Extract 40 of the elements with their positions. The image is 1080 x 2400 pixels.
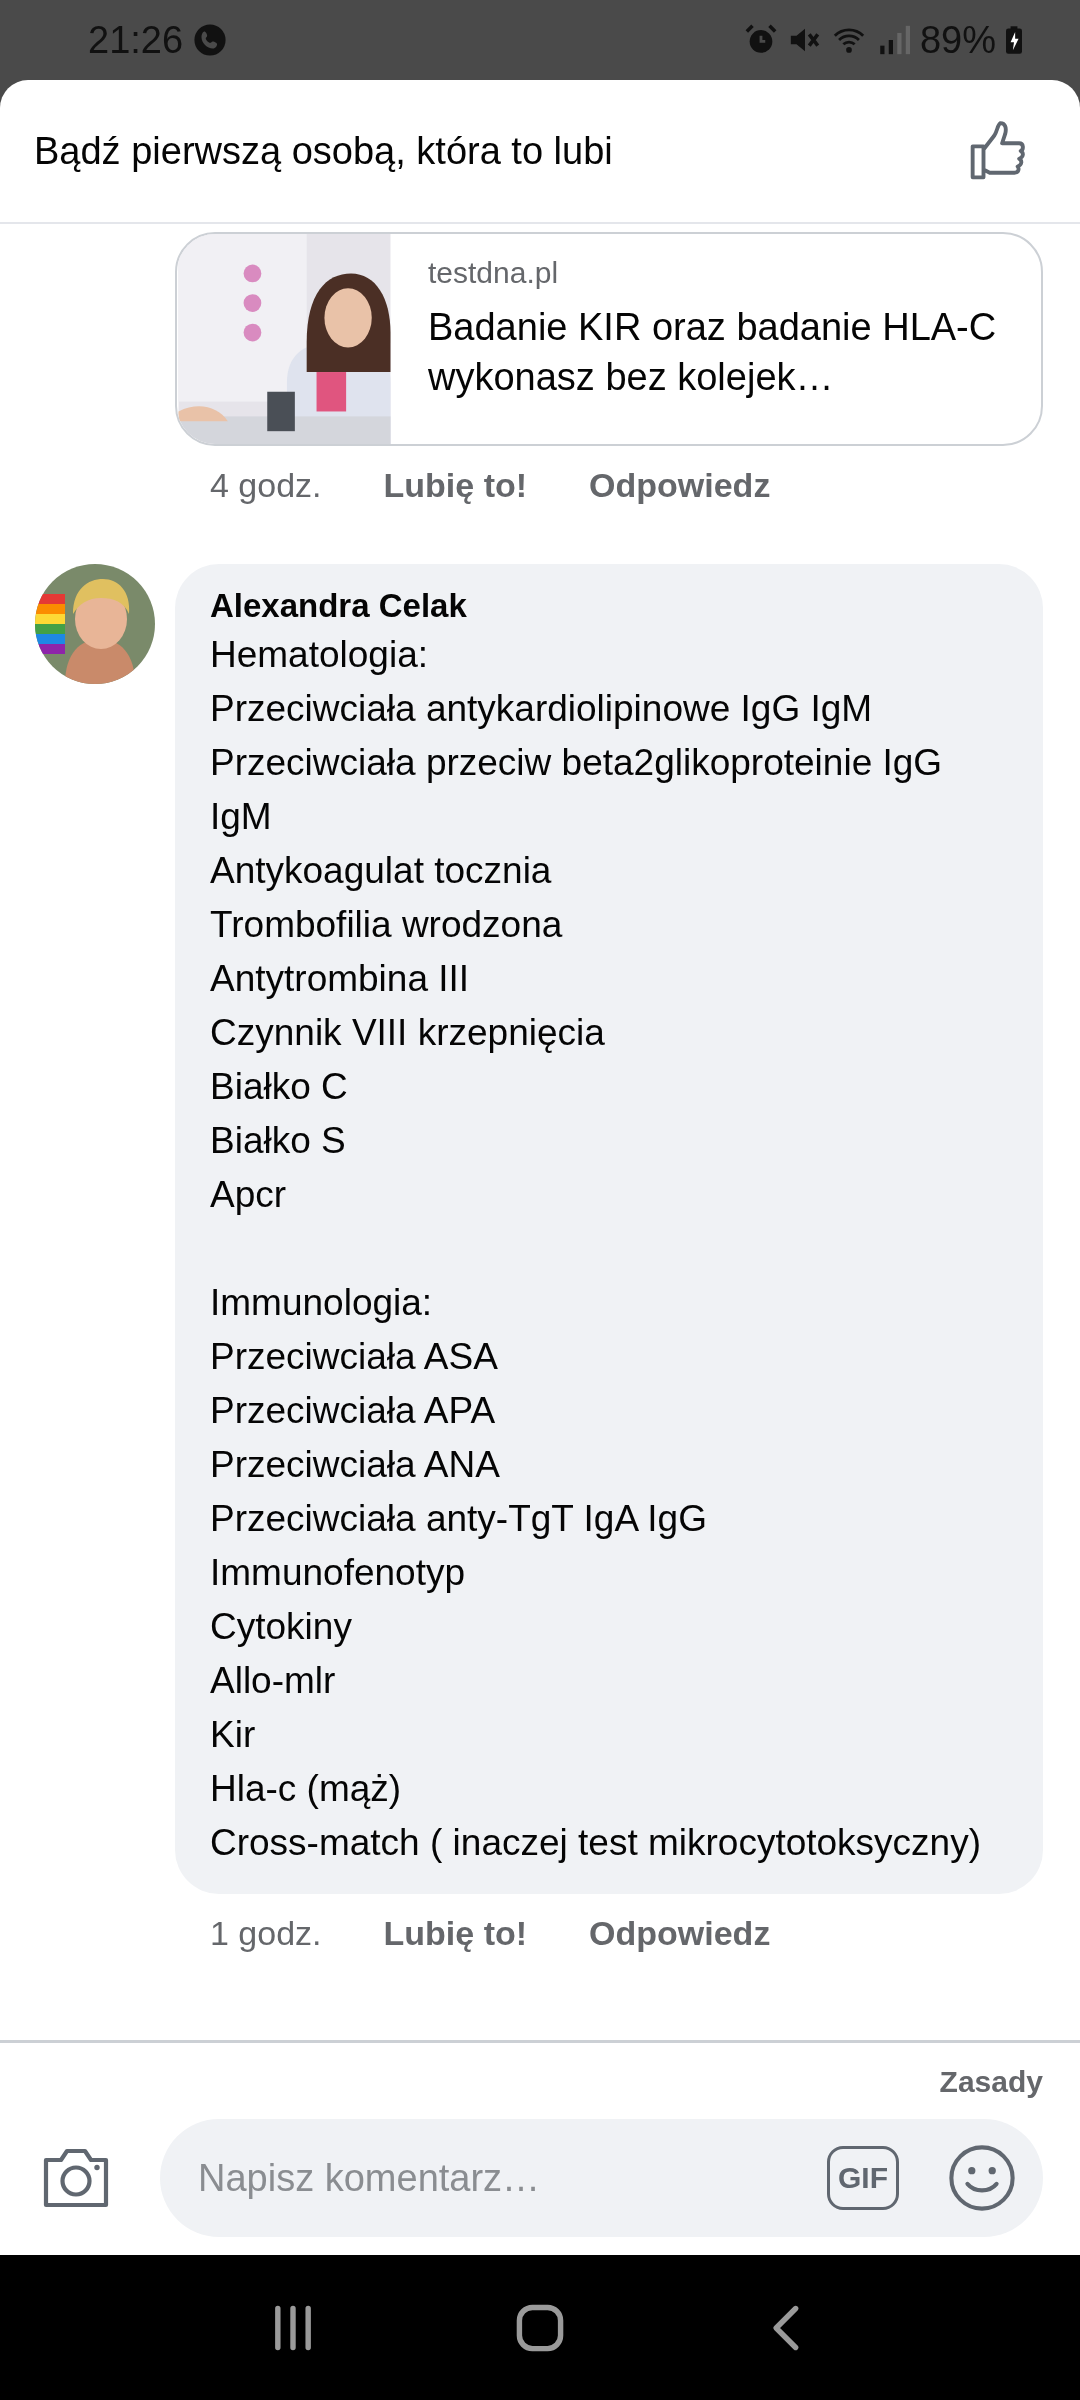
comment-line: Apcr xyxy=(210,1173,288,1217)
comment-line: Immunofenotyp xyxy=(210,1551,467,1595)
comment-line: Białko C xyxy=(210,1065,349,1109)
comment-line: Hematologia: xyxy=(210,633,429,677)
comment-line: Białko S xyxy=(210,1119,347,1163)
comment-line: Antytrombina III xyxy=(210,957,471,1001)
comment-line: Hla-c (mąż) xyxy=(210,1767,403,1811)
comment-line: Cross-match ( inaczej test mikrocytotoksyczny) xyxy=(210,1821,982,1865)
battery-icon xyxy=(1006,25,1022,55)
gif-button[interactable]: GIF xyxy=(827,2146,899,2210)
comment-line: Przeciwciała ASA xyxy=(210,1335,499,1379)
likes-prompt: Bądź pierwszą osobą, która to lubi xyxy=(34,129,613,173)
battery-percent: 89% xyxy=(919,18,996,62)
comment-line: Kir xyxy=(210,1713,257,1757)
link-preview-card[interactable]: testdna.pl Badanie KIR oraz badanie HLA-C wykonasz bez kolejek… xyxy=(175,232,1043,446)
comment-line: Antykoagulat tocznia xyxy=(210,849,553,893)
reply-link[interactable]: Odpowiedz xyxy=(589,466,771,526)
comment-line: Immunologia: xyxy=(210,1281,434,1325)
comment-line: Cytokiny xyxy=(210,1605,353,1649)
comment-line: Trombofilia wrodzona xyxy=(210,903,564,947)
reply-link[interactable]: Odpowiedz xyxy=(589,1914,771,1974)
author-name[interactable]: Alexandra Celak xyxy=(210,584,1009,628)
like-link[interactable]: Lubię to! xyxy=(383,466,528,526)
comment-field[interactable]: Napisz komentarz… GIF xyxy=(160,2119,1043,2237)
emoji-icon[interactable] xyxy=(947,2143,1017,2213)
comment-time: 4 godz. xyxy=(210,466,322,506)
comment-time: 1 godz. xyxy=(210,1914,322,1954)
comment-line: Przeciwciała ANA xyxy=(210,1443,501,1487)
like-link[interactable]: Lubię to! xyxy=(383,1914,528,1974)
comment-line: Przeciwciała przeciw beta2glikoproteinie IgG IgM xyxy=(210,741,944,839)
rules-link[interactable]: Zasady xyxy=(939,2065,1043,2099)
clock-time: 21:26 xyxy=(88,18,184,62)
link-title: Badanie KIR oraz badanie HLA-C wykonasz bez kolejek… xyxy=(428,305,998,400)
comment-line: Czynnik VIII krzepnięcia xyxy=(210,1011,606,1055)
comment-line: Przeciwciała antykardiolipinowe IgG IgM xyxy=(210,687,874,731)
comment-line: Allo-mlr xyxy=(210,1659,337,1703)
phone-icon xyxy=(193,23,228,57)
comment-line: Przeciwciała anty-TgT IgA IgG xyxy=(210,1497,708,1541)
link-domain: testdna.pl xyxy=(428,256,560,290)
comment-line: Przeciwciała APA xyxy=(210,1389,497,1433)
